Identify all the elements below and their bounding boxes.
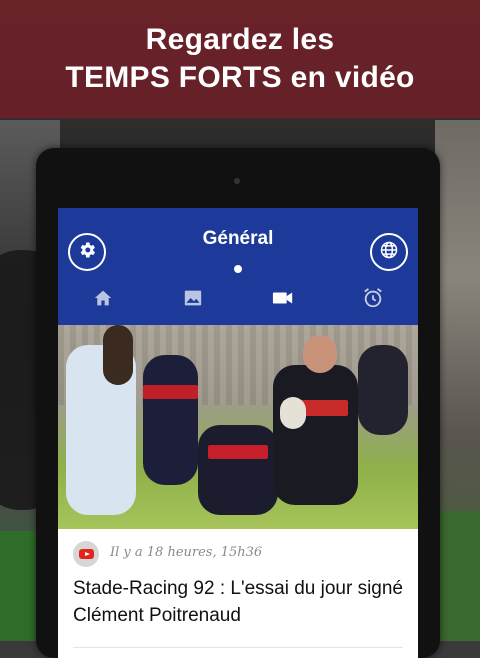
article-timestamp: Il y a 18 heures, 15h36 bbox=[110, 545, 263, 560]
page-indicator-dot bbox=[234, 265, 242, 273]
jersey-stripe bbox=[143, 385, 198, 399]
alarm-clock-icon bbox=[362, 287, 384, 313]
tablet-device: Général Il y a 18 heures, 15h36 Stade-Ra… bbox=[36, 148, 440, 658]
player-figure bbox=[143, 355, 198, 485]
player-head bbox=[303, 335, 337, 373]
rugby-ball bbox=[280, 397, 306, 429]
source-badge bbox=[73, 541, 99, 567]
globe-icon bbox=[379, 240, 399, 264]
player-figure bbox=[358, 345, 408, 435]
promo-line-2: TEMPS FORTS en vidéo bbox=[65, 61, 415, 94]
promo-banner: Regardez les TEMPS FORTS en vidéo bbox=[0, 0, 480, 118]
player-figure bbox=[198, 425, 278, 515]
tab-home[interactable] bbox=[58, 282, 148, 318]
article-headline[interactable]: Stade-Racing 92 : L'essai du jour signé … bbox=[73, 575, 408, 629]
promo-line-1: Regardez les bbox=[145, 23, 335, 56]
video-camera-icon bbox=[272, 290, 294, 310]
tab-images[interactable] bbox=[148, 282, 238, 318]
article-card[interactable]: Il y a 18 heures, 15h36 Stade-Racing 92 … bbox=[58, 529, 418, 658]
app-screen: Général Il y a 18 heures, 15h36 Stade-Ra… bbox=[58, 208, 418, 658]
image-icon bbox=[183, 289, 203, 311]
player-figure bbox=[103, 325, 133, 385]
youtube-icon bbox=[78, 549, 94, 559]
tab-alerts[interactable] bbox=[328, 282, 418, 318]
nav-tabs bbox=[58, 282, 418, 318]
jersey-stripe bbox=[208, 445, 268, 459]
player-figure bbox=[273, 365, 358, 505]
tab-videos[interactable] bbox=[238, 282, 328, 318]
app-header: Général bbox=[58, 208, 418, 325]
home-icon bbox=[93, 289, 113, 311]
globe-button[interactable] bbox=[370, 233, 408, 271]
video-thumbnail[interactable] bbox=[58, 325, 418, 529]
divider bbox=[73, 647, 403, 648]
background-pitch-right bbox=[435, 511, 480, 641]
page-title: Général bbox=[202, 228, 274, 249]
tablet-camera bbox=[234, 178, 240, 184]
